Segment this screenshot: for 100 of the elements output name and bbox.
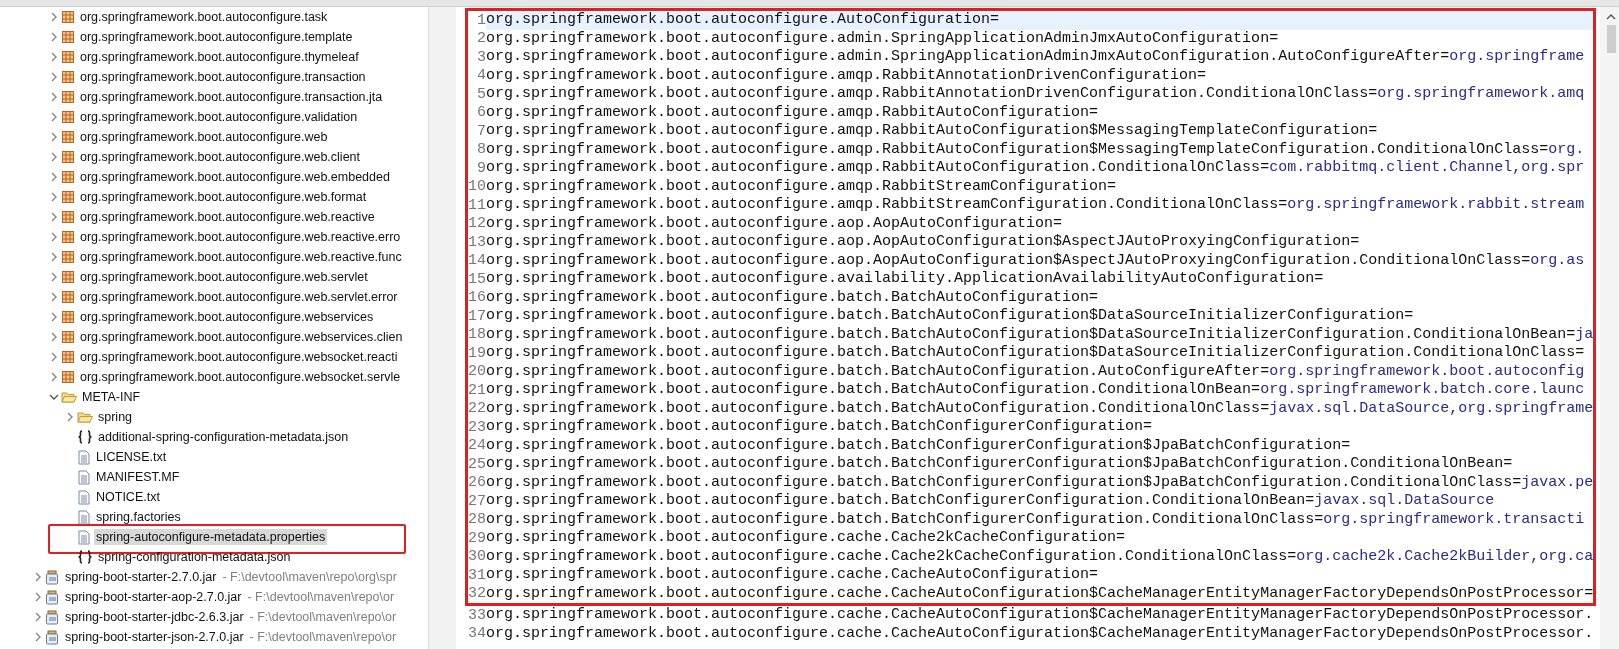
tree-item[interactable]: org.springframework.boot.autoconfigure.webservices.clien (78, 329, 405, 345)
package-icon (61, 130, 75, 144)
code-line: org.springframework.boot.autoconfigure.amqp.RabbitAutoConfiguration= (486, 103, 1100, 122)
package-icon (61, 170, 75, 184)
tree-item[interactable]: spring-boot-starter-2.7.0.jar (63, 569, 219, 585)
text-file-icon (77, 449, 91, 465)
tree-item[interactable]: LICENSE.txt (94, 449, 169, 465)
code-line: org.springframework.boot.autoconfigure.batch.BatchConfigurerConfiguration.ConditionalOnClass=org.springframework.transacti (486, 510, 1586, 529)
tree-item[interactable]: spring-boot-starter-aop-2.7.0.jar (63, 589, 244, 605)
line-number: 27 (468, 492, 486, 510)
tree-item[interactable]: org.springframework.boot.autoconfigure.validation (78, 109, 360, 125)
jar-path: - F:\devtool\maven\repo\or (247, 590, 395, 604)
line-number: 18 (468, 326, 486, 344)
tree-item[interactable]: META-INF (80, 389, 143, 405)
line-number: 31 (468, 566, 486, 584)
line-number: 2 (476, 30, 486, 48)
code-line: org.springframework.boot.autoconfigure.amqp.RabbitStreamConfiguration.ConditionalOnClass=org.springframework.rabbit.stream (486, 196, 1586, 215)
tree-item[interactable]: spring-configuration-metadata.json (96, 549, 293, 565)
code-line: org.springframework.boot.autoconfigure.amqp.RabbitAutoConfiguration$MessagingTemplateConfiguration= (486, 122, 1379, 141)
line-number: 20 (468, 363, 486, 381)
line-number: 24 (468, 437, 486, 455)
collapse-chevron-icon[interactable] (48, 392, 59, 402)
tree-item[interactable]: org.springframework.boot.autoconfigure.web.reactive.func (78, 249, 404, 265)
line-number: 28 (468, 511, 486, 529)
code-line: org.springframework.boot.autoconfigure.cache.Cache2kCacheConfiguration.ConditionalOnClass=org.cache2k.Cache2kBuilder,org.ca (486, 547, 1594, 566)
tree-item[interactable]: spring-autoconfigure-metadata.properties (94, 529, 328, 545)
tree-item[interactable]: org.springframework.boot.autoconfigure.thymeleaf (78, 49, 361, 65)
line-number: 21 (468, 381, 486, 399)
jar-path: - F:\devtool\maven\repo\org\spr (222, 570, 397, 584)
code-line: org.springframework.boot.autoconfigure.admin.SpringApplicationAdminJmxAutoConfiguration= (486, 29, 1280, 48)
code-line: org.springframework.boot.autoconfigure.batch.BatchAutoConfiguration$DataSourceInitializerConfiguration.ConditionalOnClass= (486, 344, 1586, 363)
tree-item[interactable]: NOTICE.txt (94, 489, 162, 505)
tree-item[interactable]: org.springframework.boot.autoconfigure.web.reactive (78, 209, 377, 225)
package-icon (61, 90, 75, 104)
package-icon (61, 10, 75, 24)
text-file-icon (77, 469, 91, 485)
jar-path: - F:\devtool\maven\repo\or (249, 610, 397, 624)
line-number: 17 (468, 307, 486, 325)
line-number: 25 (468, 455, 486, 473)
code-line: org.springframework.boot.autoconfigure.cache.CacheAutoConfiguration$CacheManagerEntityManagerFactoryDependsOnPostProcessor= (486, 584, 1594, 603)
package-icon (61, 270, 75, 284)
code-line: org.springframework.boot.autoconfigure.amqp.RabbitAutoConfiguration$MessagingTemplateConfiguration.ConditionalOnClass=org. (486, 140, 1586, 159)
code-line: org.springframework.boot.autoconfigure.batch.BatchAutoConfiguration.AutoConfigureAfter=org.springframework.boot.autoconfig (486, 362, 1586, 381)
line-number: 30 (468, 548, 486, 566)
line-number: 13 (468, 233, 486, 251)
tree-item[interactable]: org.springframework.boot.autoconfigure.web (78, 129, 330, 145)
tree-item[interactable]: MANIFEST.MF (94, 469, 182, 485)
package-icon (61, 70, 75, 84)
line-number: 29 (468, 529, 486, 547)
braces-icon (77, 430, 93, 444)
package-icon (61, 210, 75, 224)
code-line: org.springframework.boot.autoconfigure.batch.BatchConfigurerConfiguration.ConditionalOnBean=javax.sql.DataSource (486, 492, 1496, 511)
line-number: 26 (468, 474, 486, 492)
code-line: org.springframework.boot.autoconfigure.batch.BatchAutoConfiguration.ConditionalOnClass=javax.sql.DataSource,org.springframe (486, 399, 1594, 418)
tree-item[interactable]: org.springframework.boot.autoconfigure.web.format (78, 189, 369, 205)
package-icon (61, 150, 75, 164)
line-number: 33 (468, 606, 486, 624)
code-line: org.springframework.boot.autoconfigure.amqp.RabbitStreamConfiguration= (486, 177, 1118, 196)
line-number: 3 (476, 48, 486, 66)
code-line: org.springframework.boot.autoconfigure.aop.AopAutoConfiguration$AspectJAutoProxyingConfiguration= (486, 233, 1361, 252)
scrollbar-thumb[interactable] (1606, 25, 1616, 53)
tree-item[interactable]: org.springframework.boot.autoconfigure.web.servlet (78, 269, 370, 285)
line-number: 19 (468, 344, 486, 362)
code-line: org.springframework.boot.autoconfigure.aop.AopAutoConfiguration$AspectJAutoProxyingConfiguration.ConditionalOnClass=org.as (486, 251, 1586, 270)
package-icon (61, 310, 75, 324)
text-file-icon (77, 509, 91, 525)
tree-item[interactable]: spring.factories (94, 509, 183, 525)
tree-item[interactable]: org.springframework.boot.autoconfigure.task (78, 9, 330, 25)
package-icon (61, 110, 75, 124)
package-icon (61, 190, 75, 204)
tree-item[interactable]: spring-boot-starter-json-2.7.0.jar (63, 629, 246, 645)
code-line: org.springframework.boot.autoconfigure.cache.CacheAutoConfiguration$CacheManagerEntityManagerFactoryDependsOnPostProcessor. (486, 606, 1595, 625)
tree-item[interactable]: org.springframework.boot.autoconfigure.transaction (78, 69, 368, 85)
line-number: 34 (468, 625, 486, 643)
text-file-icon (77, 529, 91, 545)
package-icon (61, 250, 75, 264)
tree-item[interactable]: org.springframework.boot.autoconfigure.websocket.reacti (78, 349, 400, 365)
code-line: org.springframework.boot.autoconfigure.amqp.RabbitAnnotationDrivenConfiguration= (486, 66, 1208, 85)
tree-item[interactable]: org.springframework.boot.autoconfigure.websocket.servle (78, 369, 403, 385)
package-icon (61, 350, 75, 364)
code-line: org.springframework.boot.autoconfigure.cache.CacheAutoConfiguration$CacheManagerEntityManagerFactoryDependsOnPostProcessor. (486, 624, 1595, 643)
tree-item[interactable]: spring (96, 409, 135, 425)
package-icon (61, 230, 75, 244)
tree-item[interactable]: org.springframework.boot.autoconfigure.transaction.jta (78, 89, 385, 105)
jar-icon (45, 609, 60, 625)
line-number: 11 (468, 196, 486, 214)
line-number: 4 (476, 67, 486, 85)
tree-item[interactable]: spring-boot-starter-jdbc-2.6.3.jar (63, 609, 246, 625)
line-number: 23 (468, 418, 486, 436)
tree-item[interactable]: additional-spring-configuration-metadata.json (96, 429, 351, 445)
tree-item[interactable]: org.springframework.boot.autoconfigure.web.client (78, 149, 362, 165)
tree-item[interactable]: org.springframework.boot.autoconfigure.web.embedded (78, 169, 392, 185)
tree-item[interactable]: org.springframework.boot.autoconfigure.web.reactive.erro (78, 229, 403, 245)
line-number: 9 (476, 159, 486, 177)
tree-item[interactable]: org.springframework.boot.autoconfigure.web.servlet.error (78, 289, 400, 305)
code-line: org.springframework.boot.autoconfigure.cache.Cache2kCacheConfiguration= (486, 529, 1127, 548)
tree-item[interactable]: org.springframework.boot.autoconfigure.template (78, 29, 355, 45)
scrollbar[interactable] (1600, 7, 1619, 649)
tree-item[interactable]: org.springframework.boot.autoconfigure.webservices (78, 309, 376, 325)
jar-path: - F:\devtool\maven\repo\or (249, 630, 397, 644)
